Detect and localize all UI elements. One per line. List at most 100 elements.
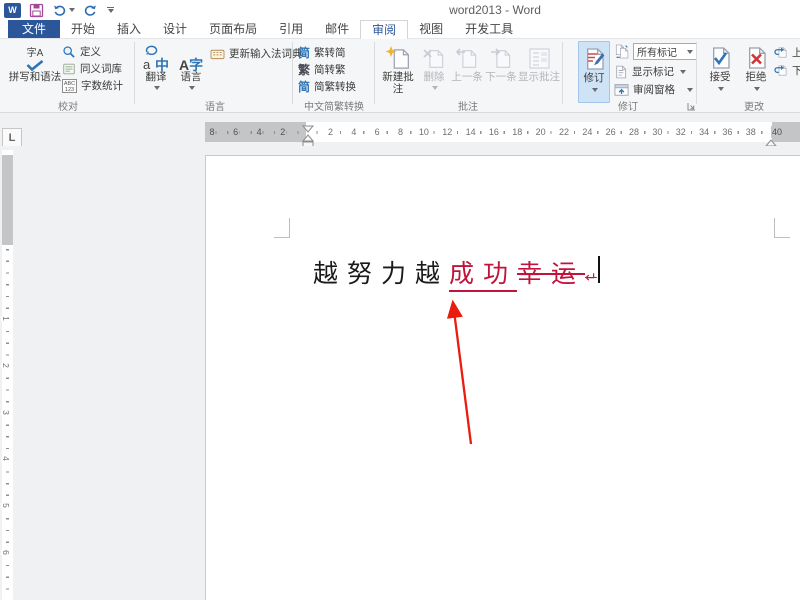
new-comment-button[interactable]: 新建批注	[378, 41, 418, 95]
ruler-number: 24	[581, 126, 593, 138]
language-dropdown-icon[interactable]	[189, 86, 195, 90]
word-count-button[interactable]: ABC 123 字数统计	[62, 78, 123, 93]
document-text-line: 越努力越成功幸运↵	[313, 254, 597, 290]
tab-review[interactable]: 审阅	[360, 20, 408, 39]
ribbon-tab-bar: 文件 开始 插入 设计 页面布局 引用 邮件 审阅 视图 开发工具	[0, 20, 800, 39]
markup-mode-combo[interactable]: 所有标记	[633, 43, 697, 60]
tab-developer[interactable]: 开发工具	[454, 20, 524, 38]
delete-comment-button[interactable]: 删除	[420, 41, 448, 90]
reject-dropdown-icon[interactable]	[754, 87, 760, 91]
tab-home[interactable]: 开始	[60, 20, 106, 38]
horizontal-ruler: 8642246810121416182022242628303234363840	[205, 122, 800, 142]
tab-stop-selector[interactable]: L	[2, 128, 22, 148]
ruler-number: 28	[628, 126, 640, 138]
ruler-strip: L 86422468101214161820222426283032343638…	[0, 113, 800, 146]
group-label-changes: 更改	[710, 98, 798, 111]
ruler-number: 1	[1, 316, 10, 321]
convert-icon: 简	[298, 78, 310, 95]
tab-file[interactable]: 文件	[8, 20, 60, 38]
customize-qat-icon[interactable]	[106, 7, 114, 14]
undo-button[interactable]	[52, 2, 75, 18]
show-markup-button[interactable]: 显示标记	[614, 64, 686, 79]
tracking-dialog-launcher-icon[interactable]	[686, 99, 696, 113]
tab-page-layout[interactable]: 页面布局	[198, 20, 268, 38]
group-separator	[292, 42, 293, 104]
group-label-proofing: 校对	[8, 98, 128, 111]
thesaurus-button[interactable]: 同义词库	[62, 61, 122, 76]
word-logo-icon[interactable]: W	[4, 3, 21, 18]
tab-design[interactable]: 设计	[152, 20, 198, 38]
ruler-top-margin	[2, 155, 13, 245]
ime-dictionary-icon	[210, 47, 225, 60]
accept-dropdown-icon[interactable]	[718, 87, 724, 91]
ruler-number: 20	[535, 126, 547, 138]
tab-mailings[interactable]: 邮件	[314, 20, 360, 38]
traditional-to-simplified-button[interactable]: 简 繁转简	[298, 44, 346, 61]
text-cursor	[598, 256, 600, 283]
language-icon: A 字	[179, 41, 203, 71]
ruler-number: 8	[208, 126, 215, 138]
undo-dropdown-icon[interactable]	[69, 8, 75, 12]
group-label-conversion: 中文简繁转换	[294, 98, 374, 111]
ruler-number: 4	[1, 457, 10, 462]
s2t-icon: 繁	[298, 61, 310, 78]
group-separator	[696, 42, 697, 104]
reject-button[interactable]: 拒绝	[740, 41, 772, 91]
text-normal: 越努力越	[313, 259, 449, 288]
markup-mode-icon	[614, 44, 629, 59]
group-separator	[562, 42, 563, 104]
tab-view[interactable]: 视图	[408, 20, 454, 38]
ruler-number: 38	[745, 126, 757, 138]
previous-change-button[interactable]: 上一	[774, 45, 800, 60]
translate-dropdown-icon[interactable]	[154, 86, 160, 90]
spelling-grammar-button[interactable]: 字A 拼写和语法	[8, 41, 62, 83]
language-button[interactable]: A 字 语言	[175, 41, 207, 90]
ruler-number: 2	[279, 126, 286, 138]
word-window: W word2013 - Word 文件 开始 插入 设计 页面布局 引用 邮件…	[0, 0, 800, 600]
ruler-number: 6	[1, 550, 10, 555]
ruler-number: 26	[605, 126, 617, 138]
reject-icon	[743, 41, 769, 71]
ruler-number: 12	[441, 126, 453, 138]
word-count-icon: ABC 123	[62, 79, 77, 93]
group-label-tracking: 修订	[578, 98, 678, 111]
reviewing-pane-button[interactable]: 审阅窗格	[614, 82, 693, 97]
define-button[interactable]: 定义	[62, 44, 101, 59]
ruler-number: 10	[418, 126, 430, 138]
show-markup-icon	[614, 65, 628, 79]
reviewing-pane-dropdown-icon[interactable]	[687, 88, 693, 92]
ruler-number: 18	[511, 126, 523, 138]
group-separator	[374, 42, 375, 104]
accept-button[interactable]: 接受	[704, 41, 736, 91]
show-markup-dropdown-icon[interactable]	[680, 70, 686, 74]
accept-icon	[707, 41, 733, 71]
delete-dropdown-icon[interactable]	[432, 86, 438, 90]
tab-insert[interactable]: 插入	[106, 20, 152, 38]
track-changes-dropdown-icon[interactable]	[592, 88, 598, 92]
ruler-number: 8	[397, 126, 404, 138]
tab-references[interactable]: 引用	[268, 20, 314, 38]
save-icon[interactable]	[29, 2, 44, 18]
delete-comment-icon	[422, 41, 446, 71]
redo-button[interactable]	[83, 2, 98, 18]
spelling-grammar-icon: 字A	[26, 41, 44, 71]
ruler-number: 16	[488, 126, 500, 138]
track-changes-button[interactable]: 修订	[578, 41, 610, 103]
next-change-button[interactable]: 下一	[774, 63, 800, 78]
show-comments-button[interactable]: 显示批注	[518, 41, 560, 83]
ruler-number: 22	[558, 126, 570, 138]
next-comment-button[interactable]: 下一条	[484, 41, 518, 83]
window-title: word2013 - Word	[395, 3, 595, 17]
previous-comment-button[interactable]: 上一条	[450, 41, 484, 83]
margin-corner-mark-right	[774, 218, 790, 238]
translate-icon: a 中	[143, 41, 169, 71]
title-bar: W word2013 - Word	[0, 0, 800, 20]
simplified-to-traditional-button[interactable]: 繁 简转繁	[298, 61, 346, 78]
thesaurus-icon	[62, 62, 76, 76]
document-page[interactable]	[205, 155, 800, 600]
translate-button[interactable]: a 中 翻译	[140, 41, 172, 90]
update-ime-dictionary-button[interactable]: 更新输入法词典	[210, 46, 303, 61]
convert-button[interactable]: 简 简繁转换	[298, 78, 356, 95]
ruler-number: 6	[232, 126, 239, 138]
ruler-number: 6	[374, 126, 381, 138]
